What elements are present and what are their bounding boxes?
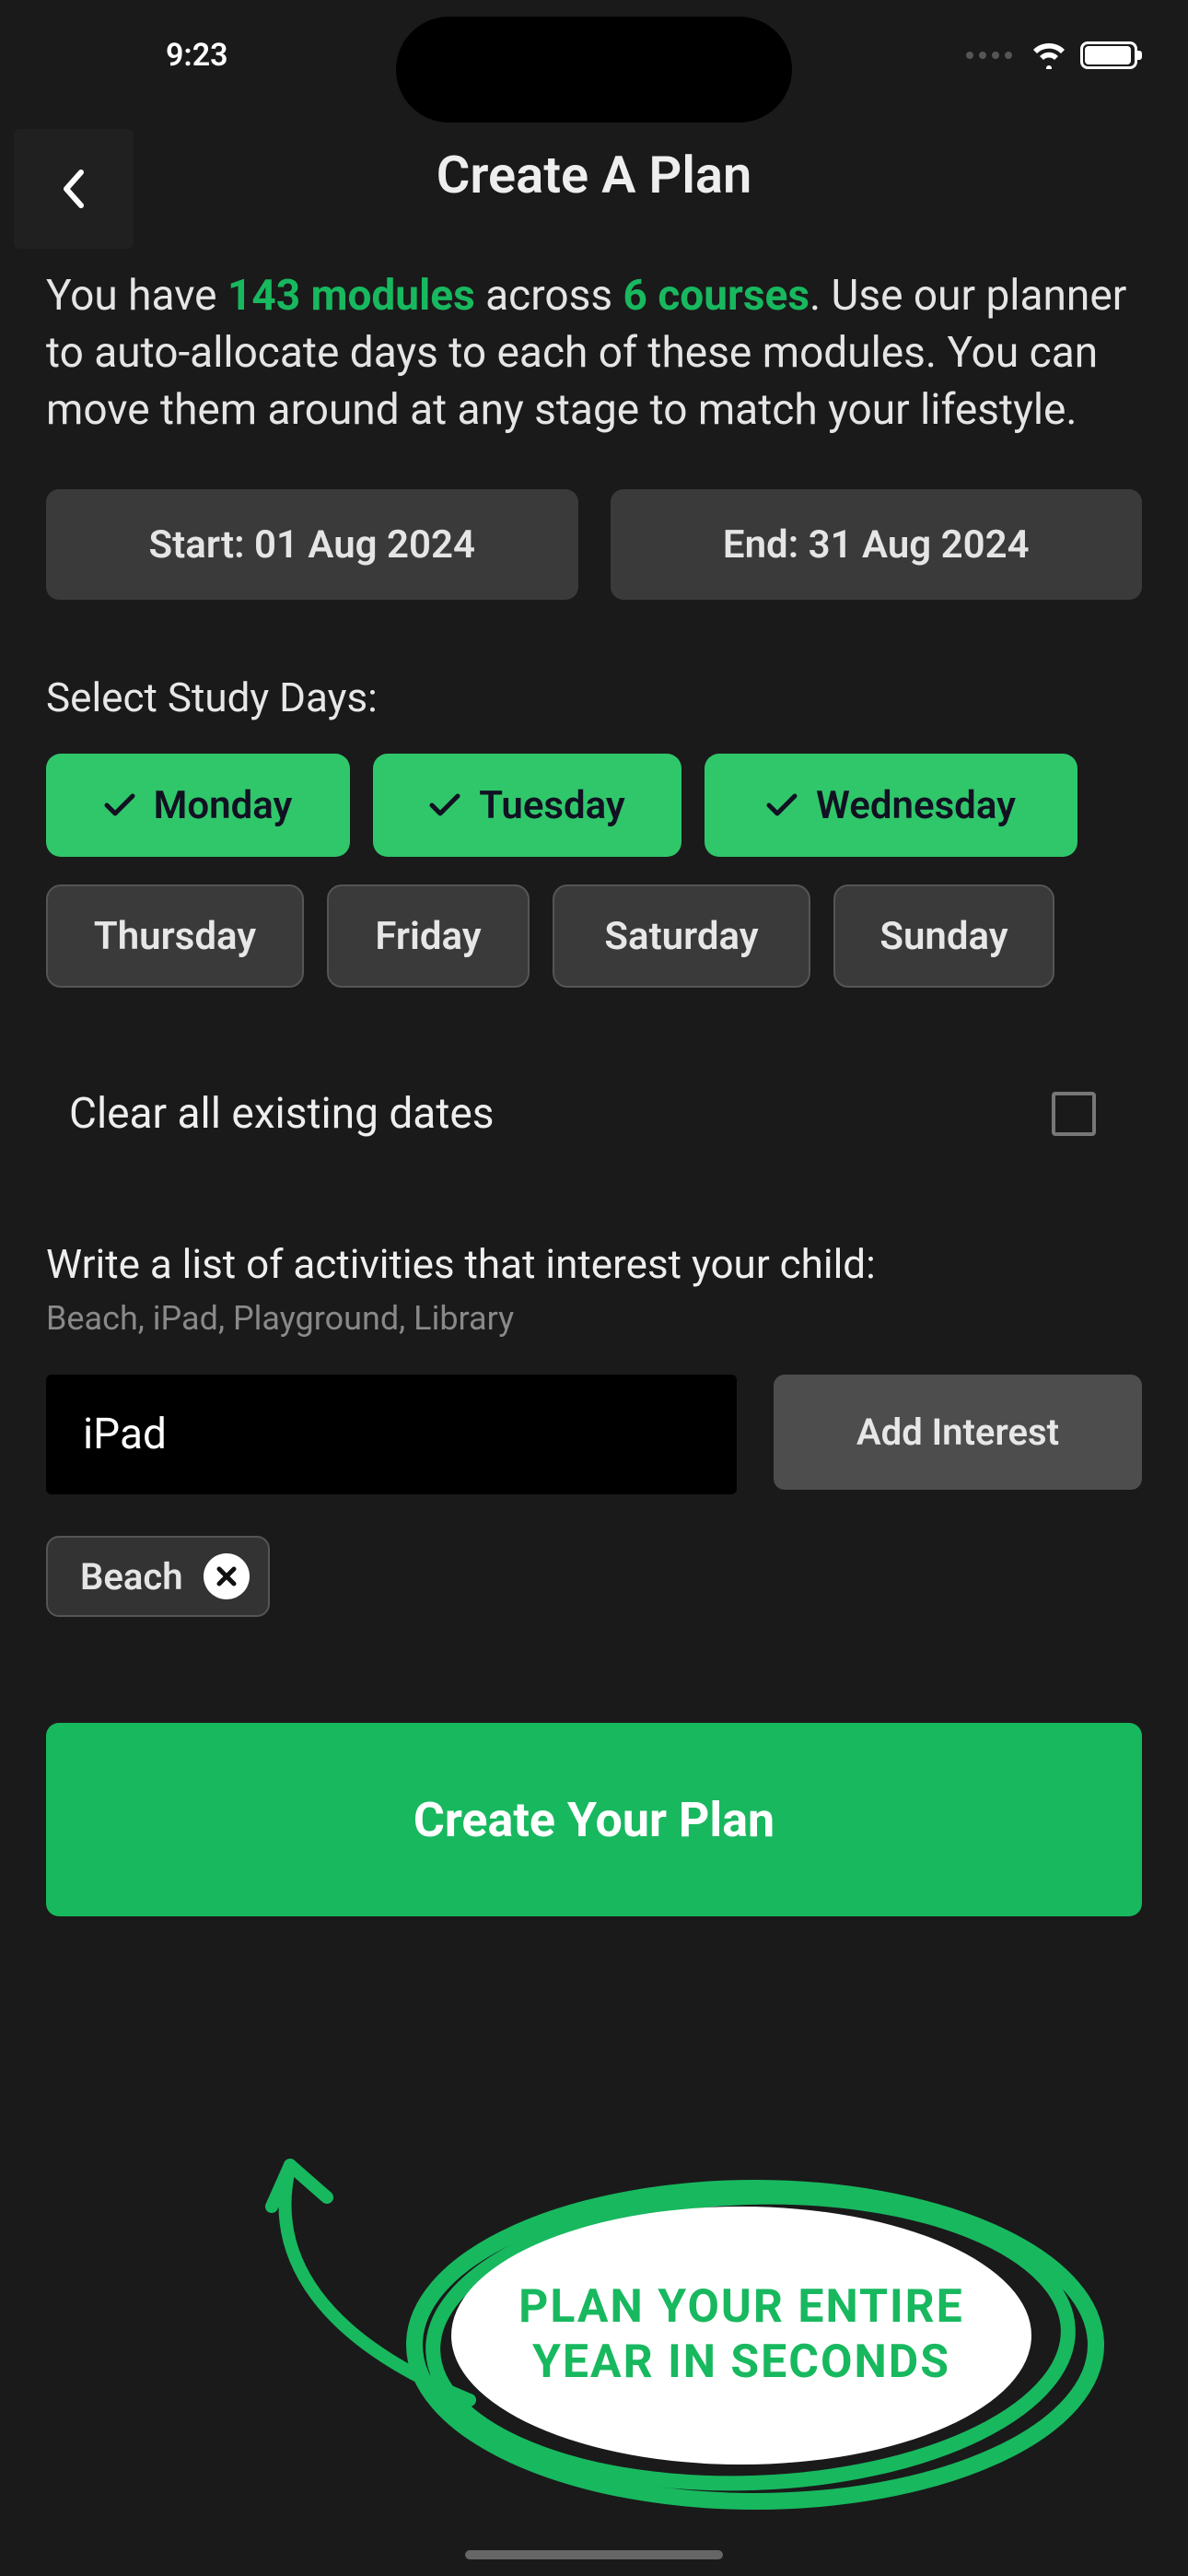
day-toggle-monday[interactable]: Monday	[46, 754, 350, 857]
svg-text:YEAR IN SECONDS: YEAR IN SECONDS	[532, 2336, 950, 2389]
activities-hint: Beach, iPad, Playground, Library	[46, 1299, 1142, 1338]
create-plan-button[interactable]: Create Your Plan	[46, 1723, 1142, 1916]
day-toggle-wednesday[interactable]: Wednesday	[705, 754, 1077, 857]
promo-annotation: PLAN YOUR ENTIRE YEAR IN SECONDS	[239, 2128, 1142, 2524]
day-label: Friday	[375, 914, 481, 959]
day-toggle-tuesday[interactable]: Tuesday	[373, 754, 681, 857]
intro-mid1: across	[475, 271, 623, 321]
check-icon	[766, 792, 798, 818]
chip-label: Beach	[80, 1555, 183, 1598]
end-date-button[interactable]: End: 31 Aug 2024	[611, 489, 1143, 600]
status-right	[966, 41, 1137, 69]
intro-prefix: You have	[46, 271, 227, 321]
day-label: Tuesday	[479, 783, 625, 828]
svg-text:PLAN YOUR ENTIRE: PLAN YOUR ENTIRE	[518, 2280, 964, 2334]
day-label: Sunday	[879, 914, 1007, 959]
add-interest-button[interactable]: Add Interest	[774, 1375, 1142, 1490]
day-toggle-sunday[interactable]: Sunday	[833, 884, 1054, 988]
status-bar: 9:23	[0, 0, 1188, 111]
wifi-icon	[1031, 41, 1067, 69]
check-icon	[104, 792, 135, 818]
day-label: Thursday	[94, 914, 256, 959]
page-title: Create A Plan	[437, 145, 751, 205]
modules-count: 143 modules	[227, 271, 475, 321]
header: Create A Plan	[0, 111, 1188, 240]
day-label: Saturday	[604, 914, 758, 959]
courses-count: 6 courses	[623, 271, 809, 321]
back-button[interactable]	[14, 129, 134, 249]
day-label: Wednesday	[816, 783, 1016, 828]
clear-dates-row: Clear all existing dates	[46, 1089, 1142, 1139]
chevron-left-icon	[61, 169, 87, 209]
clear-dates-checkbox[interactable]	[1052, 1092, 1096, 1136]
activities-label: Write a list of activities that interest…	[46, 1240, 1142, 1288]
study-days-group: Monday Tuesday Wednesday Thursday Friday	[46, 754, 1142, 988]
check-icon	[429, 792, 460, 818]
day-toggle-thursday[interactable]: Thursday	[46, 884, 304, 988]
study-days-label: Select Study Days:	[46, 673, 1142, 721]
day-label: Monday	[154, 783, 293, 828]
cellular-dots-icon	[966, 52, 1012, 59]
chip-remove-button[interactable]	[204, 1553, 250, 1599]
notch	[396, 17, 792, 123]
day-toggle-saturday[interactable]: Saturday	[553, 884, 810, 988]
start-date-button[interactable]: Start: 01 Aug 2024	[46, 489, 578, 600]
home-indicator	[465, 2550, 723, 2559]
interest-input[interactable]	[46, 1375, 737, 1494]
interest-chip-row: Beach	[46, 1536, 1142, 1617]
battery-icon	[1080, 41, 1137, 69]
status-time: 9:23	[166, 37, 228, 74]
intro-text: You have 143 modules across 6 courses. U…	[46, 267, 1142, 439]
close-icon	[215, 1564, 239, 1588]
day-toggle-friday[interactable]: Friday	[327, 884, 530, 988]
interest-chip: Beach	[46, 1536, 270, 1617]
clear-dates-label: Clear all existing dates	[69, 1089, 495, 1139]
